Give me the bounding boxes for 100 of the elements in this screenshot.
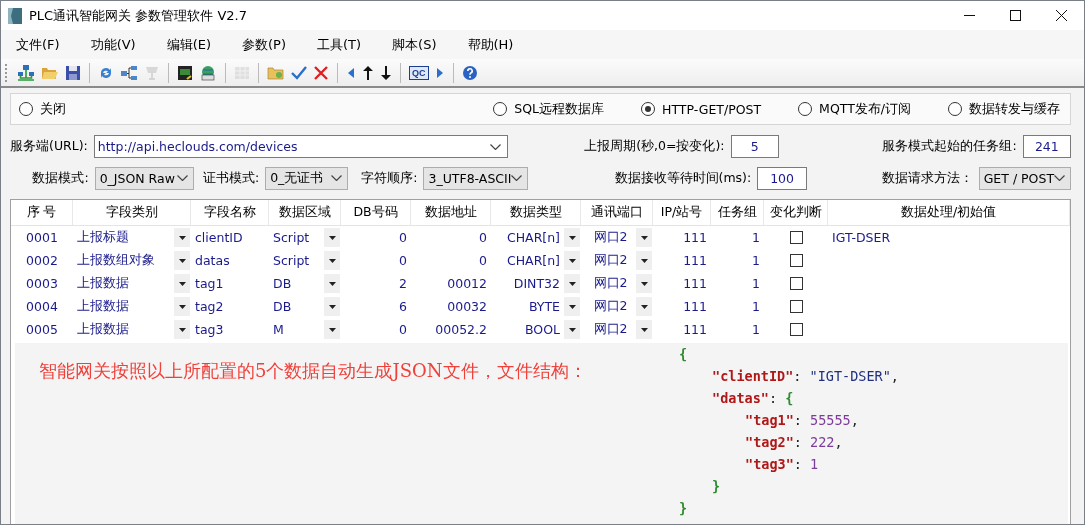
radio-option[interactable]: 数据转发与缓存 bbox=[948, 100, 1060, 118]
radio-option[interactable]: HTTP-GET/POST bbox=[641, 101, 762, 117]
table-cell-text: 1 bbox=[751, 275, 761, 293]
dropdown-button[interactable] bbox=[636, 274, 652, 293]
dropdown-button[interactable] bbox=[324, 320, 340, 339]
dropdown-button[interactable] bbox=[174, 274, 190, 293]
field-label: 数据接收等待时间(ms): bbox=[613, 169, 753, 187]
field-label: 服务模式起始的任务组: bbox=[881, 138, 1018, 155]
dropdown-button[interactable] bbox=[174, 297, 190, 316]
url-field[interactable]: http://api.heclouds.com/devices bbox=[93, 135, 509, 158]
table-cell-text: 上报数组对象 bbox=[77, 252, 156, 269]
dropdown-button[interactable] bbox=[636, 251, 652, 270]
code-line: { bbox=[679, 345, 688, 364]
code-line: } bbox=[679, 499, 688, 518]
table-cell-text: tag3 bbox=[194, 321, 225, 339]
caret-icon bbox=[328, 258, 336, 263]
field-label: 证书模式: bbox=[201, 169, 261, 187]
menu-item[interactable]: 文件(F) bbox=[7, 35, 69, 54]
dropdown[interactable]: 0_无证书 bbox=[265, 166, 349, 190]
caret-icon bbox=[568, 304, 576, 309]
checkbox[interactable] bbox=[789, 254, 803, 267]
menu-item[interactable]: 脚本(S) bbox=[383, 35, 446, 54]
table-cell-text: DINT32 bbox=[512, 276, 561, 291]
menu-item[interactable]: 工具(T) bbox=[308, 35, 371, 54]
column-header: IP/站号 bbox=[653, 200, 711, 225]
menu-item[interactable]: 功能(V) bbox=[81, 35, 145, 54]
menu-item[interactable]: 帮助(H) bbox=[458, 35, 523, 54]
table-cell-text: 1 bbox=[751, 321, 761, 339]
table-cell-text: 0 bbox=[478, 252, 488, 270]
table-cell-text: 00032 bbox=[446, 298, 488, 316]
radio-option[interactable]: 关闭 bbox=[19, 100, 66, 118]
checkbox[interactable] bbox=[789, 231, 803, 244]
dropdown[interactable]: 0_JSON Raw bbox=[94, 166, 194, 190]
dropdown-button[interactable] bbox=[324, 228, 340, 247]
table-cell-text: clientID bbox=[194, 229, 244, 247]
table-cell-text: 0003 bbox=[25, 275, 59, 293]
caret-icon bbox=[568, 258, 576, 263]
dropdown[interactable]: 3_UTF8-ASCII bbox=[423, 166, 529, 190]
table-cell-text: 0005 bbox=[25, 321, 59, 339]
column-header: DB号码 bbox=[341, 200, 411, 225]
table-cell-text: 网口2 bbox=[592, 321, 629, 338]
table-cell-text: 网口2 bbox=[592, 229, 629, 246]
dropdown-button[interactable] bbox=[564, 274, 580, 293]
table-cell-text: 0004 bbox=[25, 298, 59, 316]
caret-icon bbox=[178, 281, 186, 286]
table-cell-text: 2 bbox=[398, 275, 408, 293]
table-cell-text: IGT-DSER bbox=[831, 229, 892, 247]
caret-icon bbox=[328, 281, 336, 286]
table-cell-text: Script bbox=[273, 230, 311, 245]
checkbox[interactable] bbox=[789, 323, 803, 336]
chevron-down-icon bbox=[511, 175, 523, 181]
table-cell-text: tag1 bbox=[194, 275, 225, 293]
column-header: 字段类别 bbox=[73, 200, 191, 225]
maximize-icon[interactable] bbox=[1009, 10, 1021, 21]
column-header: 数据类型 bbox=[491, 200, 581, 225]
checkbox[interactable] bbox=[789, 277, 803, 290]
dropdown-button[interactable] bbox=[174, 228, 190, 247]
field-label: 服务端(URL): bbox=[10, 138, 89, 155]
dropdown-button[interactable] bbox=[174, 320, 190, 339]
radio-option[interactable]: MQTT发布/订阅 bbox=[798, 100, 911, 118]
dropdown-button[interactable] bbox=[564, 251, 580, 270]
radio-option[interactable]: SQL远程数据库 bbox=[493, 100, 605, 118]
column-header: 数据地址 bbox=[411, 200, 491, 225]
dropdown-button[interactable] bbox=[636, 320, 652, 339]
close-icon[interactable] bbox=[1055, 10, 1067, 21]
table-cell-text: Script bbox=[273, 253, 311, 268]
dropdown-button[interactable] bbox=[564, 297, 580, 316]
table-cell-text: 上报数据 bbox=[77, 298, 130, 315]
input-field[interactable]: 5 bbox=[730, 135, 779, 158]
dropdown-button[interactable] bbox=[636, 228, 652, 247]
input-field[interactable]: 241 bbox=[1022, 135, 1071, 158]
chevron-down-icon bbox=[490, 143, 502, 150]
table-cell-text: 0001 bbox=[25, 229, 59, 247]
table-cell-text: 网口2 bbox=[592, 252, 629, 269]
menu-item[interactable]: 编辑(E) bbox=[157, 35, 221, 54]
table-cell-text: CHAR[n] bbox=[505, 253, 561, 268]
table-cell-text: BOOL bbox=[524, 322, 561, 337]
dropdown-button[interactable] bbox=[324, 297, 340, 316]
table-cell-text: 0 bbox=[398, 252, 408, 270]
checkbox[interactable] bbox=[789, 300, 803, 313]
dropdown-button[interactable] bbox=[324, 251, 340, 270]
dropdown-button[interactable] bbox=[636, 297, 652, 316]
code-line: } bbox=[712, 477, 721, 496]
column-header: 任务组 bbox=[711, 200, 764, 225]
table-cell-text: 1 bbox=[751, 298, 761, 316]
dropdown[interactable]: GET / POST bbox=[978, 166, 1071, 190]
field-label: 数据请求方法： bbox=[880, 169, 974, 187]
menu-item[interactable]: 参数(P) bbox=[233, 35, 295, 54]
dropdown-button[interactable] bbox=[564, 320, 580, 339]
table-cell-text: 111 bbox=[682, 298, 708, 316]
code-line: "tag1": 55555, bbox=[745, 411, 859, 430]
dropdown-button[interactable] bbox=[324, 274, 340, 293]
dropdown-button[interactable] bbox=[564, 228, 580, 247]
table-cell-text: BYTE bbox=[527, 299, 561, 314]
app-icon bbox=[7, 6, 23, 25]
input-field[interactable]: 100 bbox=[757, 166, 807, 190]
dropdown-button[interactable] bbox=[174, 251, 190, 270]
table-cell-text: 0002 bbox=[25, 252, 59, 270]
caret-icon bbox=[640, 304, 648, 309]
caret-icon bbox=[328, 327, 336, 332]
